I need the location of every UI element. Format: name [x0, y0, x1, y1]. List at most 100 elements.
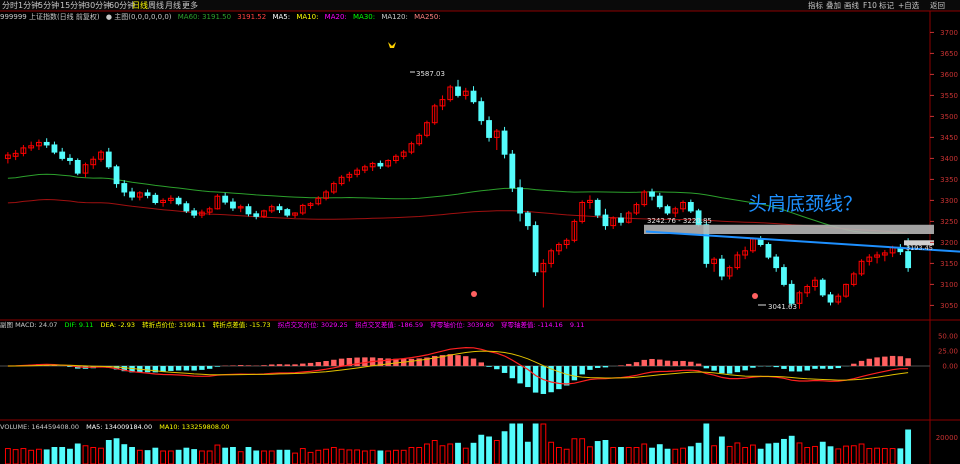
candle-body: [43, 141, 50, 146]
candle: [191, 207, 198, 219]
tab-fenshi[interactable]: 分时: [2, 0, 18, 11]
candle-body: [788, 283, 795, 304]
period-toolbar: 分时 1分钟 5分钟 15分钟 30分钟 60分钟 日线 周线 月线 更多 指标…: [0, 0, 960, 11]
candle-body: [439, 99, 446, 107]
candle-body: [424, 122, 430, 136]
price-tick-label: 3450: [940, 134, 958, 142]
ma-secondary-value: 3191.52: [237, 13, 267, 21]
candle: [90, 156, 97, 169]
macd-zero-price: 穿零轴价位: 3039.60: [430, 321, 494, 329]
volume-bar: [59, 447, 66, 464]
candle-body: [493, 130, 500, 138]
candle: [369, 161, 376, 171]
candle-body: [625, 212, 632, 223]
candle-body: [548, 250, 555, 264]
candle-body: [393, 155, 399, 162]
volume-info-bar: VOLUME: 164459408.00 MA5: 134009184.00 M…: [0, 423, 234, 432]
candle-body: [59, 151, 66, 159]
volume-bar: [812, 445, 818, 464]
candle-body: [664, 206, 671, 214]
volume-bar: [788, 435, 795, 464]
volume-bar: [230, 447, 236, 464]
volume-bar: [447, 443, 454, 464]
volume-bar: [292, 452, 298, 464]
candle-body: [408, 143, 415, 153]
mark-button[interactable]: 标记: [879, 0, 894, 11]
volume-bar: [633, 447, 640, 464]
candle: [455, 79, 461, 98]
volume-bar: [587, 446, 593, 464]
candle: [858, 259, 865, 276]
volume-bar: [261, 450, 267, 464]
volume-bar: [835, 448, 842, 464]
draw-line-button[interactable]: 画线: [844, 0, 859, 11]
candle-body: [718, 258, 725, 277]
tab-weekly[interactable]: 周线: [148, 0, 164, 11]
candle-body: [850, 273, 857, 285]
candle: [594, 198, 601, 219]
candle-body: [82, 164, 89, 174]
tab-more[interactable]: 更多: [182, 0, 198, 11]
volume-bar: [51, 447, 58, 464]
candle-body: [819, 279, 826, 296]
volume-bar: [385, 450, 392, 464]
tab-daily[interactable]: 日线: [132, 0, 148, 11]
candle: [323, 189, 329, 201]
candle: [408, 141, 415, 155]
volume-bar: [400, 449, 407, 464]
add-watchlist-button[interactable]: +自选: [898, 0, 919, 11]
overlay-button[interactable]: 叠加: [826, 0, 841, 11]
tab-1min[interactable]: 1分钟: [18, 0, 39, 11]
candle-body: [563, 239, 570, 246]
candle-body: [299, 204, 306, 214]
candle: [524, 210, 531, 230]
candle: [889, 245, 896, 258]
tab-5min[interactable]: 5分钟: [38, 0, 59, 11]
volume-bar: [12, 449, 19, 464]
volume-bar: [307, 451, 314, 464]
low-point-marker: [471, 291, 477, 297]
volume-bar: [43, 449, 50, 464]
ma20-label: MA20:: [324, 13, 347, 21]
candlestick-chart[interactable]: 头肩底颈线？ 3587.03 3041.63 3242.76 - 3220.85 319…: [0, 0, 960, 464]
candle-body: [618, 217, 624, 223]
candle: [555, 242, 562, 255]
candle: [672, 206, 679, 218]
macd-tick-label: 50.00: [938, 333, 958, 341]
tab-15min[interactable]: 15分钟: [60, 0, 86, 11]
volume-bar: [571, 438, 578, 464]
f10-button[interactable]: F10: [863, 0, 877, 11]
tab-monthly[interactable]: 月线: [165, 0, 181, 11]
candle: [532, 221, 539, 276]
candle-body: [734, 254, 741, 269]
volume-bar: [113, 438, 120, 464]
volume-bar: [579, 438, 586, 464]
candle-body: [74, 160, 81, 174]
candle-body: [781, 267, 787, 285]
candle-body: [757, 238, 764, 245]
candle: [136, 191, 143, 201]
candle-body: [742, 250, 749, 256]
candle: [548, 248, 555, 268]
candle: [680, 200, 686, 213]
candle: [253, 210, 260, 220]
candle-body: [641, 191, 648, 206]
candle-body: [361, 166, 368, 171]
ma5-label: MA5:: [272, 13, 291, 21]
volume-bar: [680, 447, 686, 464]
tab-30min[interactable]: 30分钟: [85, 0, 111, 11]
candle-body: [524, 212, 531, 227]
candle-body: [268, 206, 275, 212]
candle: [98, 150, 104, 162]
candle: [338, 175, 345, 186]
candle-body: [253, 213, 260, 217]
candle: [268, 204, 275, 213]
back-button[interactable]: 返回: [930, 0, 945, 11]
candle-body: [191, 210, 198, 216]
candle: [726, 265, 733, 280]
butterfly-icon: [388, 42, 396, 48]
candle-body: [4, 154, 11, 159]
indicator-button[interactable]: 指标: [808, 0, 823, 11]
volume-bar: [191, 449, 198, 464]
candle: [804, 284, 811, 297]
